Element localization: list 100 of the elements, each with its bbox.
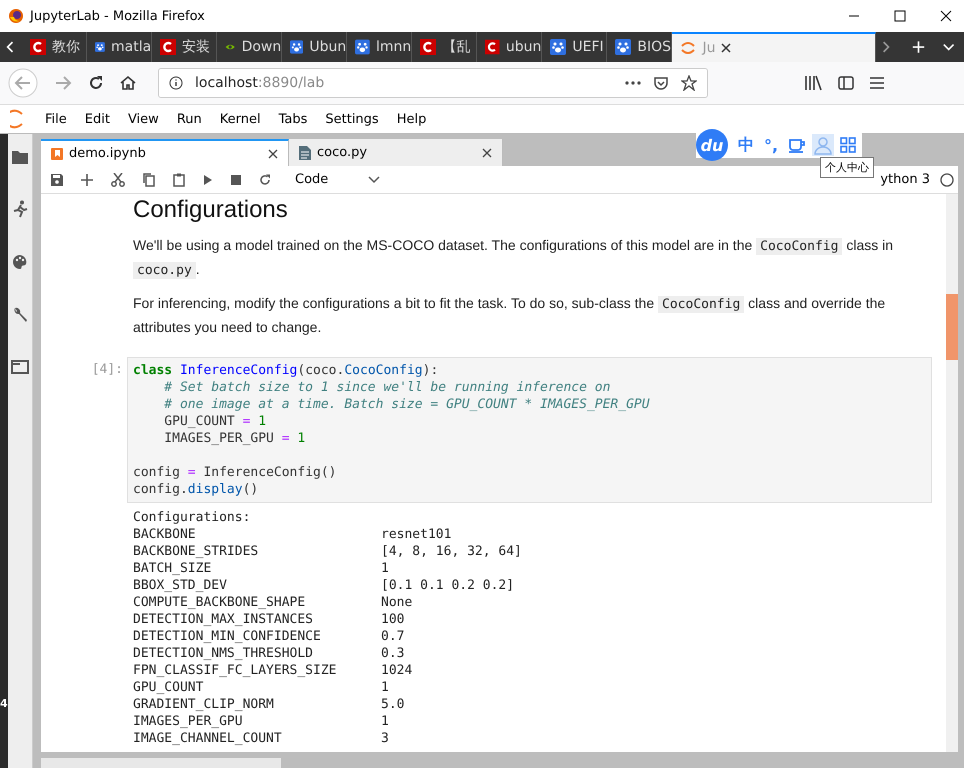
- running-icon[interactable]: [12, 200, 28, 218]
- config-name: IMAGES_PER_GPU: [133, 713, 244, 730]
- paragraph: For inferencing, modify the configurations a bit to fit the task. To do so, sub-class the CocoConfig class and override the attributes you need to change.: [133, 294, 886, 337]
- menu-item[interactable]: Kernel: [210, 112, 270, 126]
- document-tab[interactable]: demo.ipynb: [41, 139, 289, 166]
- ime-button[interactable]: °,: [764, 136, 778, 154]
- output-text: Configurations:: [133, 509, 250, 526]
- c-logo-icon: [420, 39, 436, 55]
- config-value: [4, 8, 16, 32, 64]: [381, 543, 522, 560]
- url-text: localhost:8890/lab: [195, 75, 324, 91]
- close-icon[interactable]: [482, 148, 492, 158]
- config-name: BACKBONE_STRIDES: [133, 543, 260, 560]
- home-icon[interactable]: [120, 75, 136, 91]
- config-name: BATCH_SIZE: [133, 560, 212, 577]
- menu-item[interactable]: File: [36, 112, 76, 126]
- config-name: DETECTION_MAX_INSTANCES: [133, 611, 314, 628]
- menu-item[interactable]: Run: [168, 112, 211, 126]
- menu-item[interactable]: Edit: [76, 112, 119, 126]
- library-icon[interactable]: [804, 75, 822, 91]
- code-line: config = InferenceConfig(): [133, 465, 337, 480]
- code-line: config.display(): [133, 482, 258, 497]
- code-line: class InferenceConfig(coco.CocoConfig):: [133, 363, 438, 378]
- cell-type-dropdown[interactable]: Code: [295, 172, 380, 187]
- info-icon: [169, 76, 183, 90]
- menu-item[interactable]: Settings: [316, 112, 388, 126]
- config-value: 1: [381, 560, 389, 577]
- menu-item[interactable]: View: [118, 112, 168, 126]
- config-value: [0.1 0.1 0.2 0.2]: [381, 577, 514, 594]
- ime-button[interactable]: 中: [738, 134, 754, 156]
- code-line: IMAGES_PER_GPU = 1: [163, 431, 306, 446]
- config-value: None: [381, 594, 412, 611]
- run-icon[interactable]: [203, 174, 213, 186]
- config-name: BBOX_STD_DEV: [133, 577, 228, 594]
- config-name: GPU_COUNT: [133, 679, 204, 696]
- sidebar-icon[interactable]: [838, 76, 854, 90]
- line-number: 4: [0, 697, 8, 710]
- maximize-icon[interactable]: [894, 10, 906, 22]
- caret-icon: [368, 176, 380, 184]
- config-name: BACKBONE: [133, 526, 197, 543]
- cell-prompt: [4]:: [90, 361, 124, 379]
- menu-icon[interactable]: [870, 77, 884, 89]
- scrollbar-thumb[interactable]: [946, 294, 958, 360]
- code-cell[interactable]: [127, 357, 932, 503]
- close-icon[interactable]: [940, 10, 952, 22]
- ime-logo[interactable]: du: [696, 129, 728, 161]
- code-line: # one image at a time. Batch size = GPU_COUNT * IMAGES_PER_GPU: [163, 397, 650, 412]
- palette-icon[interactable]: [12, 254, 28, 270]
- config-name: GRADIENT_CLIP_NORM: [133, 696, 275, 713]
- config-name: COMPUTE_BACKBONE_SHAPE: [133, 594, 306, 611]
- address-bar[interactable]: localhost:8890/lab: [158, 68, 708, 98]
- config-value: 3: [381, 730, 389, 747]
- copy-icon[interactable]: [143, 172, 155, 186]
- star-icon[interactable]: [681, 75, 697, 91]
- scroll-right-icon[interactable]: [882, 40, 890, 54]
- scissors-icon[interactable]: [111, 172, 125, 186]
- more-icon[interactable]: [625, 81, 641, 85]
- config-name: IMAGE_CHANNEL_COUNT: [133, 730, 283, 747]
- heading: Configurations: [132, 196, 289, 224]
- add-icon[interactable]: [81, 174, 93, 186]
- config-value: 0.3: [381, 645, 404, 662]
- config-value: 1: [381, 713, 389, 730]
- cup-icon[interactable]: [788, 137, 806, 153]
- menu-item[interactable]: Help: [388, 112, 436, 126]
- reload-icon[interactable]: [88, 75, 104, 91]
- grid-icon[interactable]: [840, 137, 856, 153]
- paste-icon[interactable]: [173, 172, 185, 186]
- c-logo-icon: [160, 39, 176, 55]
- pocket-icon[interactable]: [653, 75, 669, 91]
- stop-icon[interactable]: [231, 174, 241, 184]
- paw-icon: [550, 39, 566, 55]
- config-value: resnet101: [381, 526, 452, 543]
- c-logo-icon: [30, 39, 46, 55]
- paw-icon: [290, 39, 304, 55]
- config-name: DETECTION_MIN_CONFIDENCE: [133, 628, 322, 645]
- kernel-status-icon: [940, 172, 954, 186]
- close-tab-icon[interactable]: [721, 43, 732, 53]
- save-icon[interactable]: [51, 174, 63, 186]
- file-icon: [299, 146, 311, 160]
- config-value: 5.0: [381, 696, 404, 713]
- c-logo-icon: [485, 39, 500, 55]
- notebook-icon: [51, 148, 63, 160]
- tabs-icon[interactable]: [11, 360, 29, 374]
- kernel-name[interactable]: ython 3: [880, 172, 930, 187]
- folder-icon[interactable]: [12, 150, 28, 164]
- config-value: 0.7: [381, 628, 404, 645]
- config-name: DETECTION_NMS_THRESHOLD: [133, 645, 314, 662]
- window-title: JupyterLab - Mozilla Firefox: [30, 8, 205, 24]
- tab-list-icon[interactable]: [942, 42, 954, 52]
- document-tab[interactable]: coco.py: [289, 139, 503, 166]
- config-value: 100: [381, 611, 404, 628]
- paw-icon: [355, 39, 370, 55]
- config-value: 1024: [381, 662, 412, 679]
- firefox-logo-icon: [8, 8, 24, 24]
- close-icon[interactable]: [268, 148, 278, 158]
- paw-icon: [95, 39, 105, 55]
- menu-item[interactable]: Tabs: [270, 112, 316, 126]
- jupyter-logo-icon: [680, 40, 696, 56]
- scroll-left-icon[interactable]: [6, 40, 14, 54]
- restart-icon[interactable]: [259, 174, 271, 186]
- new-tab-icon[interactable]: [912, 39, 925, 55]
